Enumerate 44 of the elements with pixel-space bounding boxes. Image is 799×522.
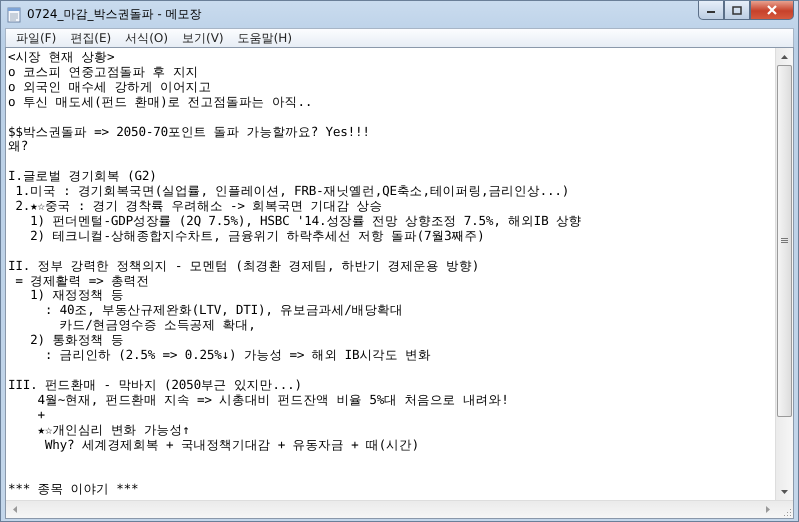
left-arrow-icon[interactable] (12, 506, 16, 513)
text-line: 1) 재정정책 등 (29, 288, 124, 304)
menu-item[interactable]: 도움말(H) (230, 29, 299, 47)
text-line: III. 펀드환매 - 막바지 (2050부근 있지만...) (8, 378, 302, 393)
menu-item[interactable]: 파일(F) (9, 29, 64, 47)
text-line: 4월~현재, 펀드환매 지속 => 시총대비 펀드잔액 비율 5%대 처음으로 내려와! (36, 392, 509, 408)
text-line: 왜? (8, 139, 28, 154)
text-line: II. 정부 강력한 정책의지 - 모멘텀 (최경환 경제팀, 하반기 경제운용 방향) (8, 258, 480, 274)
close-icon (766, 5, 778, 15)
text-line: <시장 현재 상황> (8, 50, 114, 65)
menu-item[interactable]: 서식(O) (118, 29, 176, 47)
text-line: *** 종목 이야기 *** (8, 482, 138, 498)
text-line: : 금리인하 (2.5% => 0.25%↓) 가능성 => 해외 IB시각도 변화 (44, 348, 431, 363)
text-line: o 투신 매도세(펀드 환매)로 전고점돌파는 아직.. (8, 94, 312, 110)
menu-item[interactable]: 편집(E) (63, 29, 118, 47)
minimize-button[interactable] (698, 1, 724, 20)
maximize-button[interactable] (724, 1, 750, 20)
text-line: o 외국인 매수세 강하게 이어지고 (8, 80, 212, 95)
menu-item[interactable]: 보기(V) (175, 29, 231, 47)
up-arrow-icon[interactable] (781, 54, 788, 58)
grip-icon (781, 238, 788, 244)
text-line: : 40조, 부동산규제완화(LTV, DTI), 유보금과세/배당확대 (44, 303, 403, 318)
right-arrow-icon[interactable] (766, 506, 770, 513)
notepad-icon (7, 6, 21, 22)
maximize-icon (732, 6, 742, 14)
text-line: I.글로벌 경기회복 (G2) (8, 169, 157, 184)
text-line: + (36, 408, 45, 423)
text-line: ★☆개인심리 변화 가능성↑ (36, 422, 190, 438)
text-line: 2.★☆중국 : 경기 경착륙 우려해소 -> 회복국면 기대감 상승 (14, 199, 382, 214)
text-line: $$박스권돌파 => 2050-70포인트 돌파 가능할까요? Yes!!! (8, 124, 370, 140)
window-title: 0724_마감_박스권돌파 - 메모장 (27, 6, 202, 23)
text-line: 2) 통화정책 등 (29, 333, 124, 348)
horizontal-scrollbar[interactable] (6, 500, 793, 518)
text-line: 2) 테크니컬-상해종합지수차트, 금융위기 하락추세선 저항 돌파(7월3째주) (29, 228, 485, 244)
scroll-thumb[interactable] (777, 65, 792, 417)
down-arrow-icon[interactable] (781, 490, 788, 494)
text-line: Why? 세계경제회복 + 국내정책기대감 + 유동자금 + 때(시간) (44, 438, 420, 454)
text-line: 1) 펀더멘털-GDP성장률 (2Q 7.5%), HSBC '14.성장률 전망 상향조정 7.5%, 해외IB 상향 (29, 214, 582, 229)
text-line: o 코스피 연중고점돌파 후 지지 (8, 64, 199, 80)
vertical-scrollbar[interactable] (775, 48, 793, 500)
text-line: 1.미국 : 경기회복국면(실업률, 인플레이션, FRB-재닛옐런,QE축소,테이퍼링,금리인상...) (14, 184, 570, 200)
text-line: = 경제활력 => 총력전 (14, 274, 150, 288)
text-line: 카드/현금영수증 소득공제 확대, (58, 318, 256, 334)
close-button[interactable] (750, 1, 794, 20)
